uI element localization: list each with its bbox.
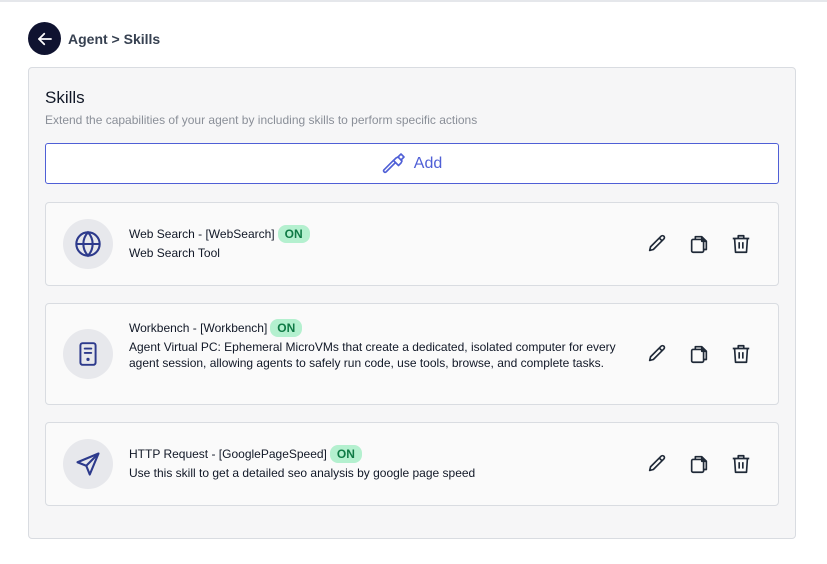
copy-icon (690, 235, 707, 253)
skill-actions (644, 231, 753, 256)
skill-icon-container (63, 329, 113, 379)
skill-name: HTTP Request - [GooglePageSpeed] (129, 447, 327, 461)
send-icon (76, 452, 100, 476)
skills-panel: Skills Extend the capabilities of your a… (28, 67, 796, 539)
hammer-icon (382, 152, 405, 173)
skill-card-googlepagespeed: HTTP Request - [GooglePageSpeed] ON Use … (45, 422, 779, 506)
add-skill-button[interactable]: Add (45, 143, 779, 184)
skill-card-websearch: Web Search - [WebSearch] ON Web Search T… (45, 202, 779, 286)
duplicate-button[interactable] (686, 451, 711, 476)
delete-button[interactable] (728, 231, 753, 256)
skill-name: Web Search - [WebSearch] (129, 227, 275, 241)
page-title: Skills (45, 88, 85, 107)
copy-icon (690, 455, 707, 473)
skill-text: Workbench - [Workbench] ON Agent Virtual… (129, 318, 619, 371)
delete-button[interactable] (728, 341, 753, 366)
duplicate-button[interactable] (686, 341, 711, 366)
skill-actions (644, 341, 753, 366)
trash-icon (732, 454, 749, 473)
pencil-icon (648, 344, 665, 361)
skill-icon-container (63, 439, 113, 489)
back-button[interactable] (28, 22, 61, 55)
header: Agent > Skills (28, 22, 160, 55)
duplicate-button[interactable] (686, 231, 711, 256)
pencil-icon (648, 454, 665, 471)
copy-icon (690, 345, 707, 363)
skill-text: HTTP Request - [GooglePageSpeed] ON Use … (129, 444, 619, 481)
globe-icon (75, 230, 101, 258)
skill-description: Use this skill to get a detailed seo ana… (129, 466, 476, 480)
trash-icon (732, 344, 749, 363)
status-badge: ON (329, 445, 362, 463)
arrow-left-icon (37, 32, 52, 45)
skill-text: Web Search - [WebSearch] ON Web Search T… (129, 224, 619, 261)
skill-icon-container (63, 219, 113, 269)
skill-actions (644, 451, 753, 476)
server-icon (79, 342, 97, 366)
edit-button[interactable] (644, 451, 669, 476)
breadcrumb: Agent > Skills (68, 30, 161, 47)
skill-card-workbench: Workbench - [Workbench] ON Agent Virtual… (45, 303, 779, 405)
add-button-label: Add (413, 154, 443, 172)
edit-button[interactable] (644, 231, 669, 256)
skill-description: Agent Virtual PC: Ephemeral MicroVMs tha… (129, 340, 616, 370)
page-subtitle: Extend the capabilities of your agent by… (45, 113, 478, 127)
status-badge: ON (270, 319, 303, 337)
delete-button[interactable] (728, 451, 753, 476)
skill-name: Workbench - [Workbench] (129, 321, 268, 335)
status-badge: ON (277, 225, 310, 243)
pencil-icon (648, 234, 665, 251)
trash-icon (732, 234, 749, 253)
edit-button[interactable] (644, 341, 669, 366)
top-divider (0, 0, 827, 2)
skill-description: Web Search Tool (129, 246, 220, 260)
